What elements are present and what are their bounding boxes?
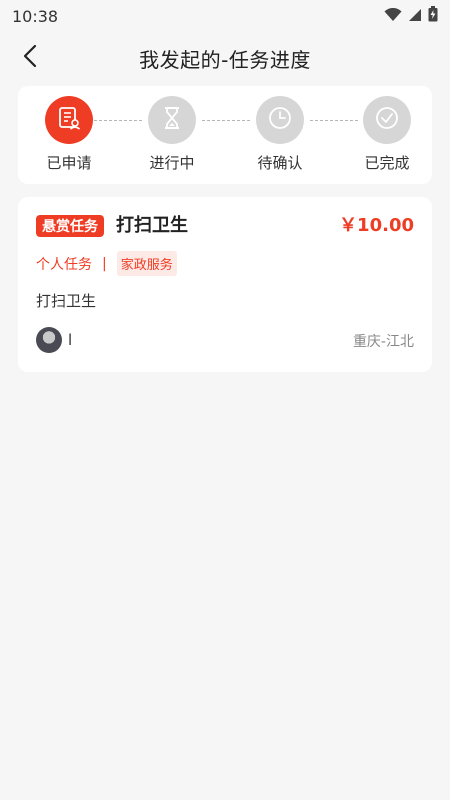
step-connector — [202, 120, 250, 121]
task-title: 打扫卫生 — [116, 215, 188, 236]
application-form-icon — [56, 105, 82, 135]
chevron-left-icon — [23, 44, 37, 72]
task-card[interactable]: 悬赏任务 打扫卫生 ￥10.00 个人任务 | 家政服务 打扫卫生 l 重庆-江… — [18, 197, 432, 372]
task-price: ￥10.00 — [339, 215, 414, 236]
task-type: 个人任务 — [36, 256, 92, 273]
step-label-in-progress: 进行中 — [149, 154, 195, 172]
step-pending-confirm: 待确认 — [245, 96, 315, 173]
wifi-icon — [384, 7, 402, 26]
header: 我发起的-任务进度 — [0, 36, 450, 80]
status-bar: 10:38 — [0, 0, 450, 32]
step-circle-completed — [363, 96, 411, 144]
clock-icon — [267, 105, 293, 135]
task-tags: 个人任务 | 家政服务 — [36, 251, 177, 276]
reward-task-badge: 悬赏任务 — [36, 215, 104, 237]
signal-icon — [408, 7, 422, 26]
step-label-completed: 已完成 — [364, 154, 410, 172]
check-circle-icon — [374, 105, 400, 135]
step-circle-in-progress — [148, 96, 196, 144]
publisher-name: l — [68, 331, 73, 349]
task-location: 重庆-江北 — [352, 334, 414, 350]
step-connector — [310, 120, 358, 121]
step-circle-pending-confirm — [256, 96, 304, 144]
back-button[interactable] — [14, 42, 46, 74]
battery-icon — [428, 6, 438, 26]
status-icons — [384, 6, 438, 26]
step-label-applied: 已申请 — [46, 154, 92, 172]
page-title: 我发起的-任务进度 — [139, 47, 311, 72]
step-in-progress: 进行中 — [137, 96, 207, 173]
step-applied: 已申请 — [34, 96, 104, 173]
avatar — [36, 327, 62, 353]
tag-separator: | — [102, 255, 107, 272]
publisher: l — [36, 327, 72, 353]
step-completed: 已完成 — [352, 96, 422, 173]
task-description: 打扫卫生 — [36, 292, 97, 310]
hourglass-icon — [160, 105, 184, 135]
step-circle-applied — [45, 96, 93, 144]
task-category-tag: 家政服务 — [116, 251, 177, 276]
progress-card: 已申请 进行中 待确认 已完成 — [18, 86, 432, 184]
step-label-pending-confirm: 待确认 — [257, 154, 303, 172]
status-time: 10:38 — [12, 6, 59, 26]
